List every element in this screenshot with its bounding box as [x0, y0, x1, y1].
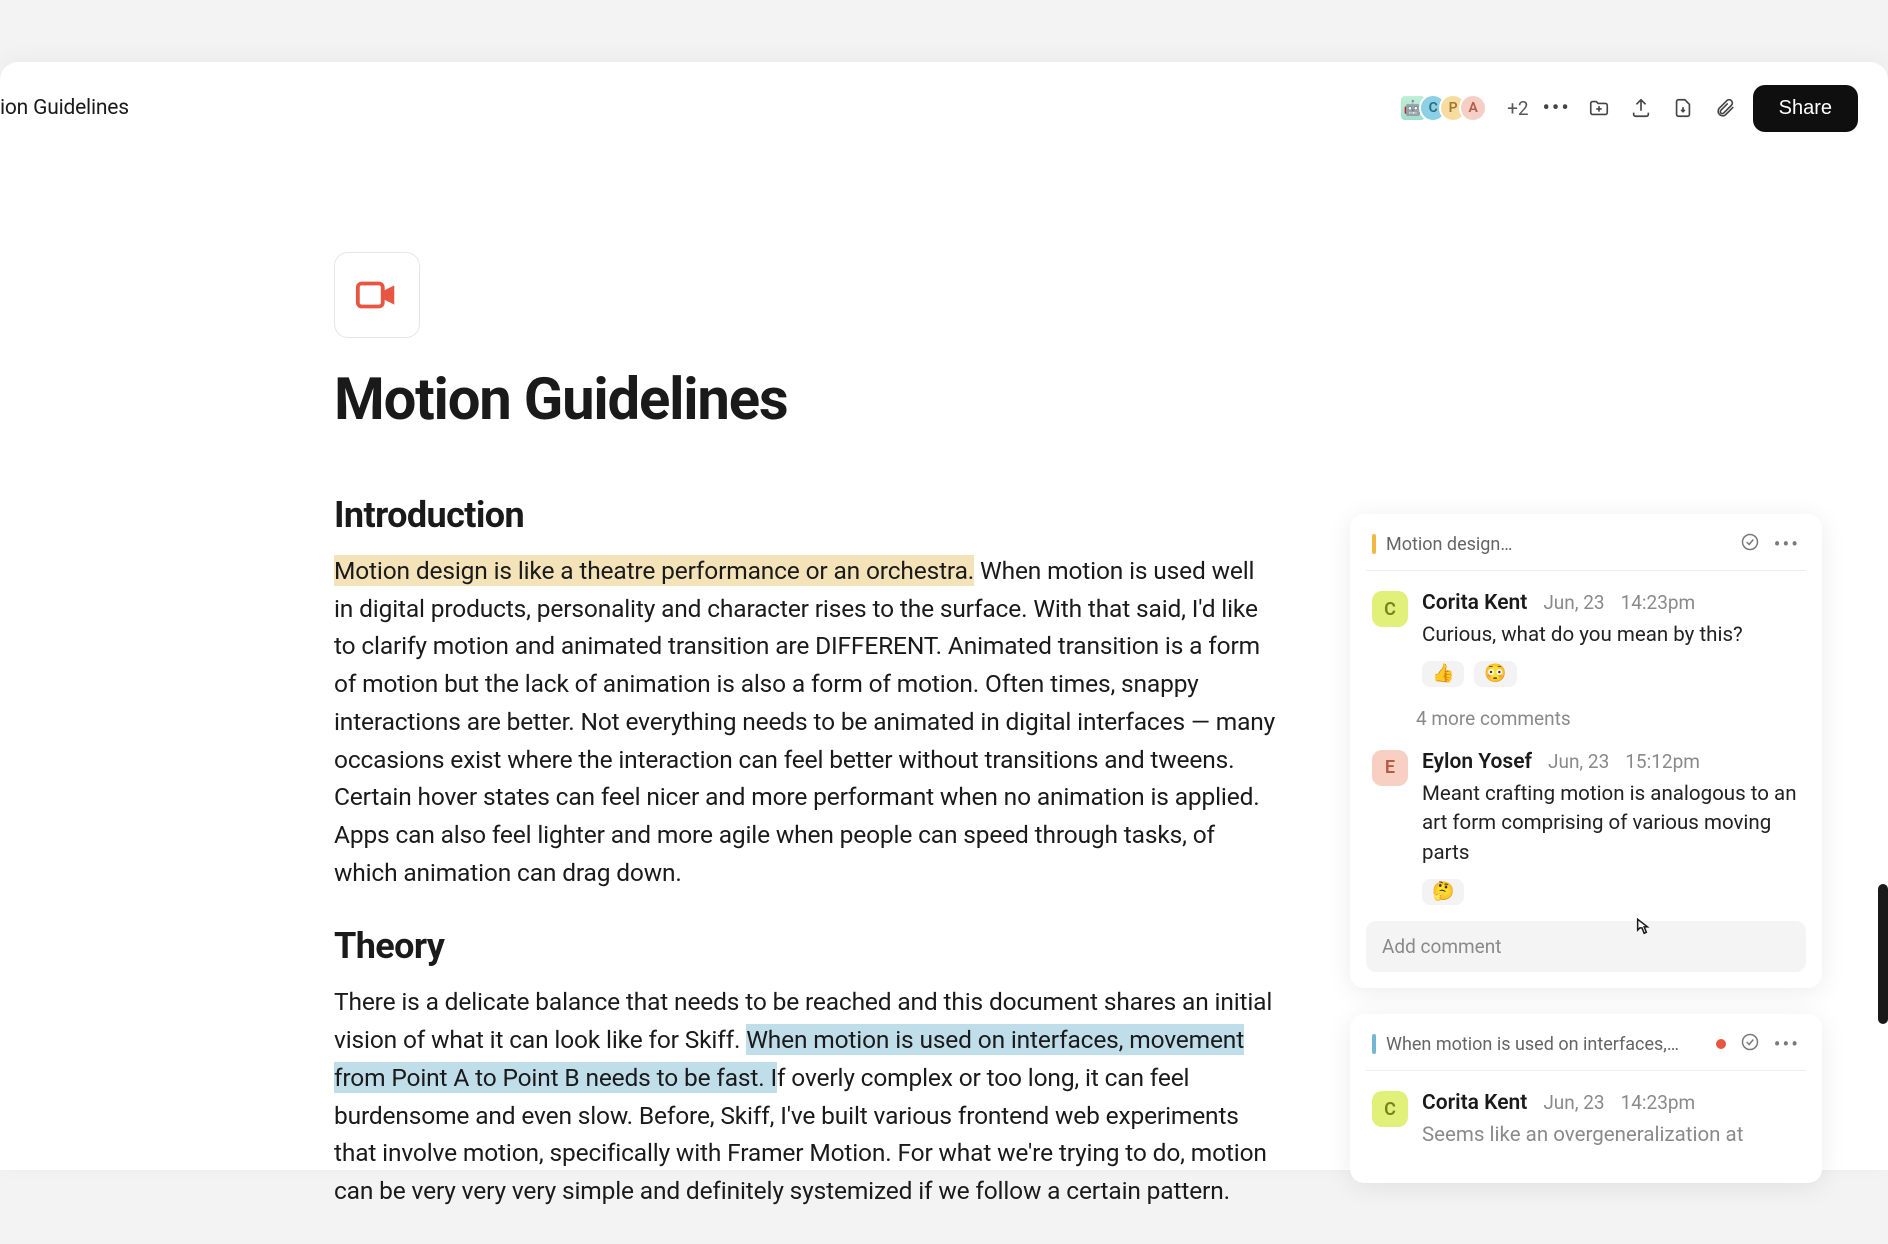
download-document-icon[interactable] [1669, 94, 1697, 122]
paragraph[interactable]: There is a delicate balance that needs t… [334, 983, 1279, 1209]
document-icon[interactable] [334, 252, 420, 338]
comment-author: Eylon Yosef [1422, 750, 1532, 774]
comment-thread[interactable]: Motion design… ••• C Corita Kent Jun, 23… [1350, 514, 1822, 988]
top-toolbar: ion Guidelines 🤖 C P A +2 ••• [0, 80, 1858, 136]
thread-more-icon[interactable]: ••• [1774, 1032, 1800, 1056]
thread-actions: ••• [1716, 1032, 1800, 1056]
section-heading-introduction[interactable]: Introduction [334, 494, 1279, 536]
video-camera-icon [354, 272, 400, 318]
comment: C Corita Kent Jun, 23 14:23pm Curious, w… [1366, 587, 1806, 693]
document-body: Motion Guidelines Introduction Motion de… [334, 252, 1279, 1244]
reaction-row: 👍 😳 [1422, 661, 1800, 687]
share-button[interactable]: Share [1753, 85, 1858, 132]
quote-indicator-icon [1372, 534, 1376, 554]
reaction-thumbs-up[interactable]: 👍 [1422, 661, 1464, 687]
thread-actions: ••• [1740, 532, 1800, 556]
breadcrumb-title[interactable]: ion Guidelines [0, 96, 129, 120]
move-to-folder-icon[interactable] [1585, 94, 1613, 122]
more-comments-link[interactable]: 4 more comments [1366, 693, 1806, 746]
comment-author: Corita Kent [1422, 1091, 1527, 1115]
paragraph[interactable]: Motion design is like a theatre performa… [334, 552, 1279, 891]
comment: C Corita Kent Jun, 23 14:23pm Seems like… [1366, 1087, 1806, 1167]
export-icon[interactable] [1627, 94, 1655, 122]
toolbar-right-group: 🤖 C P A +2 ••• Share [1399, 85, 1858, 132]
thread-header: When motion is used on interfaces,… ••• [1366, 1032, 1806, 1071]
comment-date: Jun, 23 [1543, 591, 1604, 614]
attachment-icon[interactable] [1711, 94, 1739, 122]
comment-date: Jun, 23 [1548, 750, 1609, 773]
comment-text[interactable]: Curious, what do you mean by this? [1422, 621, 1800, 651]
avatar[interactable]: C [1372, 1091, 1408, 1127]
comment-thread[interactable]: When motion is used on interfaces,… ••• … [1350, 1014, 1822, 1183]
avatar[interactable]: A [1459, 94, 1487, 122]
comment-author: Corita Kent [1422, 591, 1527, 615]
resolve-thread-icon[interactable] [1740, 1032, 1760, 1056]
comment-time: 14:23pm [1621, 591, 1696, 614]
comment-text[interactable]: Seems like an overgeneralization at [1422, 1121, 1800, 1151]
thread-quote-snippet[interactable]: Motion design… [1386, 534, 1730, 555]
highlighted-text[interactable]: Motion design is like a theatre performa… [334, 555, 974, 586]
comment: E Eylon Yosef Jun, 23 15:12pm Meant craf… [1366, 746, 1806, 911]
quote-indicator-icon [1372, 1034, 1376, 1054]
thread-more-icon[interactable]: ••• [1774, 532, 1800, 556]
reaction-flushed[interactable]: 😳 [1474, 661, 1516, 687]
thread-quote-snippet[interactable]: When motion is used on interfaces,… [1386, 1034, 1706, 1055]
page-title[interactable]: Motion Guidelines [334, 366, 1279, 434]
add-comment-input[interactable]: Add comment [1366, 921, 1806, 972]
scrollbar-thumb[interactable] [1878, 884, 1888, 1024]
comment-date: Jun, 23 [1543, 1091, 1604, 1114]
section-heading-theory[interactable]: Theory [334, 925, 1279, 967]
collaborator-avatars[interactable]: 🤖 C P A [1399, 94, 1487, 122]
document-window: ion Guidelines 🤖 C P A +2 ••• [0, 62, 1888, 1170]
reaction-row: 🤔 [1422, 879, 1800, 905]
reaction-thinking[interactable]: 🤔 [1422, 879, 1464, 905]
comment-text[interactable]: Meant crafting motion is analogous to an… [1422, 780, 1800, 869]
thread-header: Motion design… ••• [1366, 532, 1806, 571]
comment-time: 15:12pm [1625, 750, 1700, 773]
unread-indicator-icon [1716, 1039, 1726, 1049]
comment-time: 14:23pm [1621, 1091, 1696, 1114]
body-text-span[interactable]: When motion is used well in digital prod… [334, 556, 1275, 887]
avatar[interactable]: E [1372, 750, 1408, 786]
more-options-icon[interactable]: ••• [1543, 94, 1571, 122]
avatar[interactable]: C [1372, 591, 1408, 627]
collaborator-overflow-count[interactable]: +2 [1507, 97, 1528, 120]
resolve-thread-icon[interactable] [1740, 532, 1760, 556]
